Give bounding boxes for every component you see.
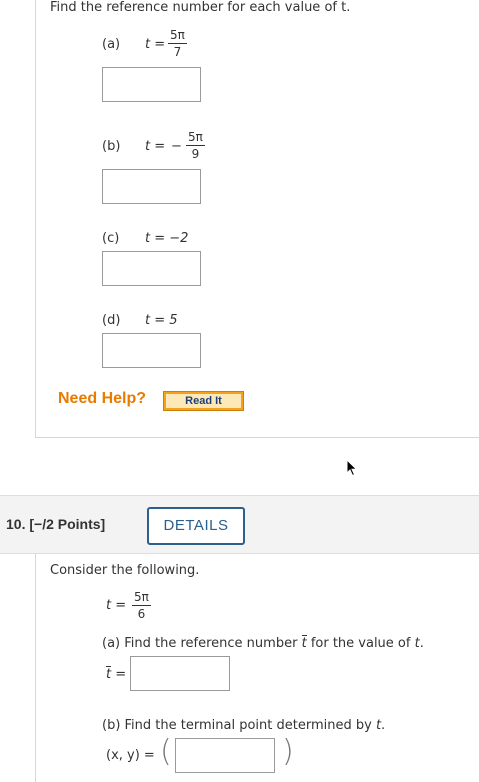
question-10-intro: Consider the following. — [50, 563, 200, 578]
part-b-answer-input[interactable] — [102, 169, 201, 204]
part-b-numerator: 5π — [186, 130, 205, 146]
question-9-prompt: Find the reference number for each value… — [50, 0, 351, 15]
question-10-header: 10. [−/2 Points] DETAILS — [0, 495, 479, 554]
q10-t-numerator: 5π — [132, 590, 151, 606]
q10-part-b-text: (b) Find the terminal point determined b… — [102, 718, 386, 733]
q10-part-a-t: t — [414, 636, 420, 651]
question-9-card — [35, 0, 479, 438]
q10-part-a-answer-input[interactable] — [130, 656, 230, 691]
part-a-label: (a) — [102, 37, 121, 52]
q10-part-b-t: t — [375, 718, 382, 733]
q10-xy-label: (x, y) = — [106, 748, 155, 763]
q10-part-b-answer-input[interactable] — [175, 738, 275, 773]
part-b-sign: − — [171, 139, 182, 154]
q10-part-b-lead: (b) Find the terminal point determined b… — [102, 718, 372, 733]
q10-tbar-label: t = — [106, 666, 127, 682]
part-d-label: (d) — [102, 313, 121, 328]
q10-part-a-tail: for the value of — [310, 636, 411, 651]
q10-t-fraction: 5π 6 — [132, 590, 151, 621]
question-number: 10. — [6, 516, 26, 532]
details-button[interactable]: DETAILS — [147, 507, 245, 545]
question-10-number: 10. [−/2 Points] — [6, 516, 105, 532]
read-it-label: Read It — [166, 394, 241, 408]
part-b-denominator: 9 — [191, 147, 200, 161]
close-paren: ) — [282, 734, 294, 769]
read-it-button[interactable]: Read It — [163, 391, 244, 411]
q10-part-a-text: (a) Find the reference number t for the … — [102, 635, 424, 651]
question-points: [−/2 Points] — [29, 516, 106, 532]
q10-part-a-lead: (a) Find the reference number — [102, 636, 298, 651]
part-b-lhs: t = — [145, 139, 166, 154]
q10-tbar-eq: = — [115, 667, 127, 682]
part-a-denominator: 7 — [173, 45, 182, 59]
mouse-cursor-icon — [346, 459, 358, 477]
q10-t-denominator: 6 — [137, 607, 146, 621]
q10-part-a-tbar: t — [301, 635, 307, 651]
part-d-answer-input[interactable] — [102, 333, 201, 368]
part-d-lhs: t = 5 — [145, 313, 178, 328]
need-help-label: Need Help? — [58, 390, 147, 407]
open-paren: ( — [160, 734, 172, 769]
part-c-label: (c) — [102, 231, 120, 246]
part-c-lhs: t = −2 — [145, 231, 189, 246]
part-a-answer-input[interactable] — [102, 67, 201, 102]
part-b-label: (b) — [102, 139, 121, 154]
q10-t-lhs: t = — [106, 598, 127, 613]
part-a-lhs: t = — [145, 37, 166, 52]
part-b-fraction: 5π 9 — [186, 130, 205, 161]
part-c-answer-input[interactable] — [102, 251, 201, 286]
part-a-numerator: 5π — [168, 28, 187, 44]
part-a-fraction: 5π 7 — [168, 28, 187, 59]
q10-tbar-symbol: t — [106, 666, 112, 682]
